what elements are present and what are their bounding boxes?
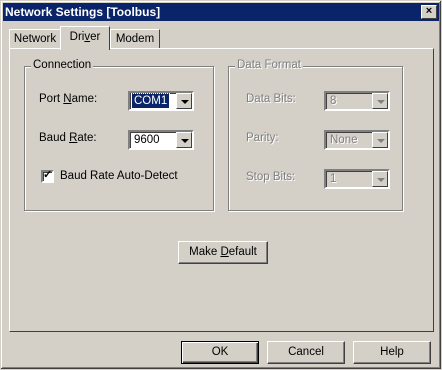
data-format-group-title: Data Format [235, 59, 303, 71]
window-title: Network Settings [Toolbus] [5, 5, 161, 19]
auto-detect-checkbox[interactable]: ✓ [41, 169, 54, 183]
chevron-down-icon[interactable] [176, 93, 192, 109]
ok-label: OK [211, 346, 229, 358]
check-icon: ✓ [43, 169, 53, 181]
make-default-label: Make Default [189, 246, 257, 258]
ok-button[interactable]: OK [181, 341, 259, 364]
driver-tab-panel: Connection Port Name: COM1 Baud Rate: 96… [9, 48, 434, 332]
chevron-down-icon[interactable] [372, 171, 388, 187]
tab-driver-label: Driver [69, 31, 101, 43]
auto-detect-label[interactable]: Baud Rate Auto-Detect [60, 170, 178, 182]
stop-bits-label: Stop Bits: [246, 171, 296, 183]
cancel-label: Cancel [288, 346, 324, 358]
tab-modem-label: Modem [115, 33, 155, 45]
connection-group-title: Connection [31, 59, 94, 71]
data-bits-dropdown[interactable]: 8 [324, 91, 390, 111]
parity-dropdown[interactable]: None [324, 130, 390, 150]
tab-network[interactable]: Network [9, 29, 61, 49]
stop-bits-value: 1 [330, 173, 337, 185]
close-button[interactable]: × [421, 5, 437, 19]
baud-rate-value: 9600 [134, 134, 160, 146]
network-settings-window: Network Settings [Toolbus] × Network Dri… [0, 0, 442, 370]
data-format-group: Data Format Data Bits: 8 Parity: None St… [228, 59, 403, 211]
help-button[interactable]: Help [353, 341, 431, 364]
chevron-down-icon[interactable] [372, 132, 388, 148]
data-bits-value: 8 [330, 95, 337, 107]
port-name-value: COM1 [130, 93, 171, 109]
chevron-down-icon[interactable] [372, 93, 388, 109]
chevron-down-icon[interactable] [176, 132, 192, 148]
cancel-button[interactable]: Cancel [267, 341, 345, 364]
tab-network-label: Network [13, 33, 57, 45]
connection-group: Connection Port Name: COM1 Baud Rate: 96… [24, 59, 214, 211]
baud-rate-label: Baud Rate: [39, 132, 97, 144]
data-bits-label: Data Bits: [246, 93, 296, 105]
make-default-button[interactable]: Make Default [178, 241, 268, 264]
parity-label: Parity: [246, 132, 279, 144]
tab-modem[interactable]: Modem [110, 29, 160, 49]
baud-rate-dropdown[interactable]: 9600 [128, 130, 194, 150]
port-name-label: Port Name: [39, 93, 98, 105]
parity-value: None [330, 134, 358, 146]
help-label: Help [380, 346, 404, 358]
close-icon: × [425, 5, 433, 17]
stop-bits-dropdown[interactable]: 1 [324, 169, 390, 189]
title-bar[interactable]: Network Settings [Toolbus] × [3, 3, 439, 21]
port-name-dropdown[interactable]: COM1 [128, 91, 194, 111]
tab-driver[interactable]: Driver [60, 26, 110, 50]
